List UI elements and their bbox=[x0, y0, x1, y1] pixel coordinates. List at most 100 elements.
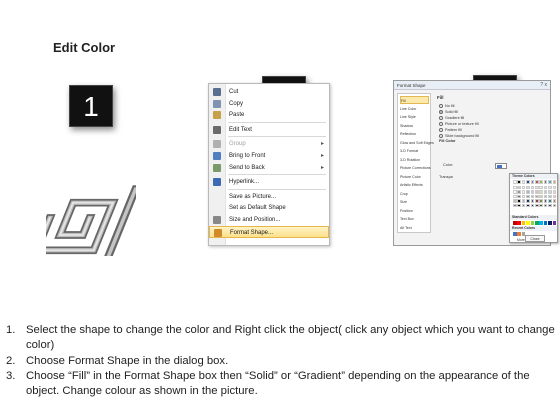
dialog-nav-item[interactable]: Shadow bbox=[400, 122, 429, 130]
color-swatch[interactable] bbox=[539, 221, 543, 225]
menu-item-group[interactable]: Group ▸ bbox=[209, 138, 329, 150]
color-swatch[interactable] bbox=[526, 180, 530, 184]
color-swatch[interactable] bbox=[543, 190, 548, 194]
color-swatch[interactable] bbox=[521, 185, 526, 190]
dialog-nav-item[interactable]: Artistic Effects bbox=[400, 181, 429, 189]
color-swatch[interactable] bbox=[535, 190, 539, 194]
color-swatch[interactable] bbox=[535, 221, 539, 225]
dialog-close-button[interactable]: Close bbox=[525, 235, 545, 242]
color-swatch[interactable] bbox=[539, 185, 543, 190]
color-swatch[interactable] bbox=[530, 203, 535, 208]
color-swatch[interactable] bbox=[530, 190, 535, 194]
dialog-nav-item[interactable]: Position bbox=[400, 207, 429, 215]
color-swatch[interactable] bbox=[513, 232, 517, 236]
dialog-nav-item[interactable]: Text Box bbox=[400, 215, 429, 223]
menu-item-cut[interactable]: Cut bbox=[209, 86, 329, 98]
color-swatch[interactable] bbox=[526, 199, 530, 203]
dialog-nav-item[interactable]: Reflection bbox=[400, 130, 429, 138]
color-swatch[interactable] bbox=[548, 199, 552, 203]
color-swatch[interactable] bbox=[548, 180, 552, 184]
color-swatch[interactable] bbox=[552, 190, 557, 194]
dialog-close-icon[interactable]: ? x bbox=[540, 82, 547, 88]
color-swatch[interactable] bbox=[513, 203, 517, 208]
color-swatch[interactable] bbox=[535, 203, 539, 208]
color-swatch[interactable] bbox=[548, 190, 552, 194]
menu-item-send-to-back[interactable]: Send to Back ▸ bbox=[209, 162, 329, 174]
color-swatch[interactable] bbox=[517, 221, 521, 225]
color-swatch[interactable] bbox=[530, 194, 535, 199]
dialog-nav-item[interactable]: Alt Text bbox=[400, 224, 429, 232]
color-swatch[interactable] bbox=[517, 199, 521, 203]
dialog-nav-item[interactable]: Crop bbox=[400, 190, 429, 198]
color-swatch[interactable] bbox=[513, 199, 517, 203]
maze-shape-icon[interactable] bbox=[46, 178, 136, 256]
dialog-nav-item[interactable]: Picture Corrections bbox=[400, 164, 431, 172]
color-swatch[interactable] bbox=[513, 185, 517, 190]
color-swatch[interactable] bbox=[513, 221, 517, 225]
color-swatch[interactable] bbox=[517, 194, 521, 199]
color-swatch[interactable] bbox=[517, 180, 521, 184]
color-swatch[interactable] bbox=[530, 221, 535, 225]
menu-item-bring-to-front[interactable]: Bring to Front ▸ bbox=[209, 150, 329, 162]
menu-item-set-as-default-shape[interactable]: Set as Default Shape bbox=[209, 202, 329, 214]
color-swatch[interactable] bbox=[552, 221, 557, 225]
color-swatch[interactable] bbox=[543, 221, 548, 225]
color-swatch[interactable] bbox=[521, 203, 526, 208]
color-swatch[interactable] bbox=[530, 180, 535, 184]
color-swatch[interactable] bbox=[535, 180, 539, 184]
color-swatch[interactable] bbox=[548, 185, 552, 190]
color-swatch[interactable] bbox=[535, 194, 539, 199]
color-swatch[interactable] bbox=[539, 194, 543, 199]
color-swatch[interactable] bbox=[526, 203, 530, 208]
color-swatch[interactable] bbox=[535, 185, 539, 190]
dialog-nav-item[interactable]: Picture Color bbox=[400, 173, 429, 181]
menu-item-paste[interactable]: Paste bbox=[209, 109, 329, 121]
color-swatch[interactable] bbox=[530, 199, 535, 203]
color-swatch[interactable] bbox=[517, 232, 521, 236]
color-swatch[interactable] bbox=[513, 194, 517, 199]
color-swatch[interactable] bbox=[552, 194, 557, 199]
dialog-nav-item[interactable]: Glow and Soft Edges bbox=[400, 139, 434, 147]
color-swatch[interactable] bbox=[543, 199, 548, 203]
color-swatch[interactable] bbox=[513, 190, 517, 194]
color-swatch[interactable] bbox=[526, 185, 530, 190]
color-swatch[interactable] bbox=[521, 199, 526, 203]
color-swatch[interactable] bbox=[517, 190, 521, 194]
color-swatch[interactable] bbox=[552, 180, 557, 184]
color-swatch[interactable] bbox=[548, 221, 552, 225]
color-swatch[interactable] bbox=[526, 190, 530, 194]
color-swatch[interactable] bbox=[543, 203, 548, 208]
dialog-nav-item[interactable]: 3-D Rotation bbox=[400, 156, 429, 164]
color-swatch[interactable] bbox=[543, 180, 548, 184]
dialog-nav-item[interactable]: Line Style bbox=[400, 113, 429, 121]
color-swatch[interactable] bbox=[513, 180, 517, 184]
color-swatch[interactable] bbox=[521, 180, 526, 184]
color-swatch[interactable] bbox=[552, 185, 557, 190]
color-swatch[interactable] bbox=[521, 194, 526, 199]
color-picker-button[interactable] bbox=[495, 163, 507, 169]
color-swatch[interactable] bbox=[548, 194, 552, 199]
color-swatch[interactable] bbox=[552, 199, 557, 203]
color-swatch[interactable] bbox=[539, 199, 543, 203]
color-swatch[interactable] bbox=[539, 190, 543, 194]
menu-item-copy[interactable]: Copy bbox=[209, 98, 329, 110]
color-swatch[interactable] bbox=[552, 203, 557, 208]
color-swatch[interactable] bbox=[535, 199, 539, 203]
menu-item-size-and-position[interactable]: Size and Position... bbox=[209, 214, 329, 226]
dialog-nav-item[interactable]: 3-D Format bbox=[400, 147, 429, 155]
color-swatch[interactable] bbox=[526, 221, 530, 225]
dialog-nav-item[interactable]: Fill bbox=[400, 96, 429, 104]
dialog-nav-item[interactable]: Line Color bbox=[400, 105, 429, 113]
color-swatch[interactable] bbox=[526, 194, 530, 199]
menu-item-edit-text[interactable]: Edit Text bbox=[209, 124, 329, 136]
color-swatch[interactable] bbox=[521, 190, 526, 194]
color-swatch[interactable] bbox=[517, 203, 521, 208]
color-swatch[interactable] bbox=[539, 203, 543, 208]
color-swatch[interactable] bbox=[539, 180, 543, 184]
menu-item-format-shape[interactable]: Format Shape... bbox=[209, 225, 329, 238]
menu-item-hyperlink[interactable]: Hyperlink... bbox=[209, 176, 329, 188]
color-swatch[interactable] bbox=[521, 221, 526, 225]
dialog-nav-item[interactable]: Size bbox=[400, 198, 429, 206]
color-swatch[interactable] bbox=[548, 203, 552, 208]
color-swatch[interactable] bbox=[517, 185, 521, 190]
